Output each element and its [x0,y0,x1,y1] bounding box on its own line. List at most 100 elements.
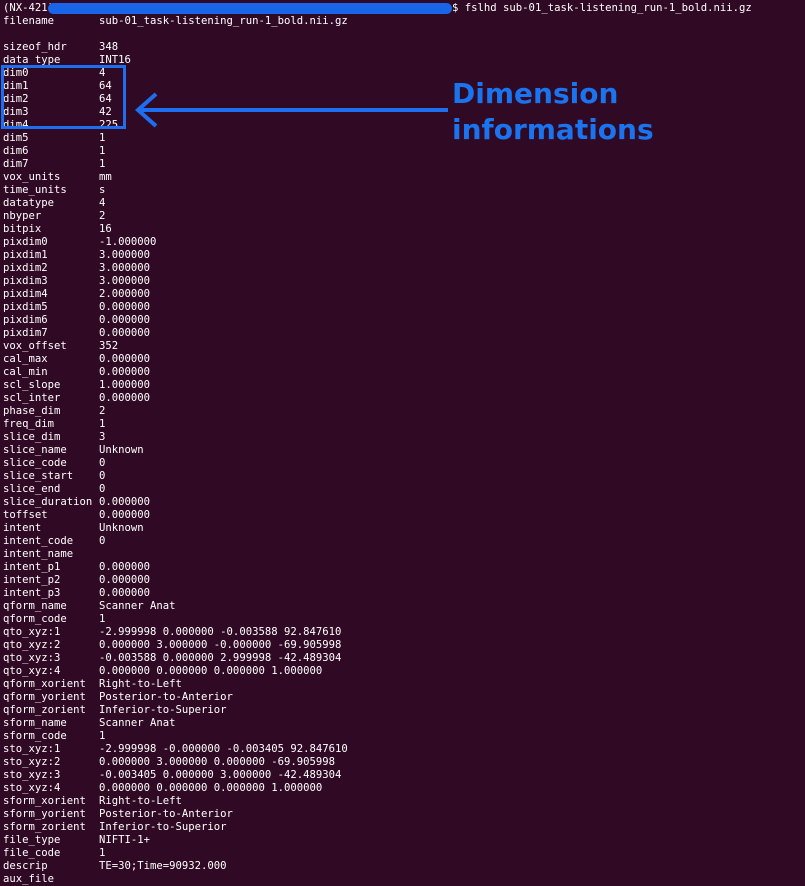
field-key: cal_min [3,366,48,378]
field-value: Inferior-to-Superior [99,704,227,716]
field-key: slice_code [3,457,67,469]
field-key: datatype [3,197,55,209]
terminal-window[interactable]: (NX-421) $ fslhd sub-01_task-listening_r… [0,0,805,885]
field-value: Unknown [99,522,144,534]
header-field-row: pixdim3 3.000000 [3,275,348,288]
field-key: scl_slope [3,379,61,391]
field-value: 0 [99,457,106,469]
field-key: scl_inter [3,392,61,404]
header-field-row: intent_p1 0.000000 [3,561,348,574]
field-value: 1 [99,145,106,157]
header-field-row: dim6 1 [3,145,348,158]
header-field-row: slice_name Unknown [3,444,348,457]
field-value: 0 [99,483,106,495]
field-value: 3.000000 [99,249,151,261]
header-field-row: pixdim6 0.000000 [3,314,348,327]
field-value: 0.000000 [99,353,151,365]
arrow-left-icon [134,92,448,128]
annotation-line-2: informations [452,113,654,146]
field-key: pixdim6 [3,314,48,326]
field-value: 16 [99,223,112,235]
field-key: intent [3,522,42,534]
field-key: qform_zorient [3,704,86,716]
field-value: NIFTI-1+ [99,834,151,846]
field-key: qto_xyz:1 [3,626,61,638]
header-field-row: file_type NIFTI-1+ [3,834,348,847]
field-value: Inferior-to-Superior [99,821,227,833]
field-key: intent_p1 [3,561,61,573]
header-field-row: freq_dim 1 [3,418,348,431]
field-key: phase_dim [3,405,61,417]
header-field-row: qto_xyz:4 0.000000 0.000000 0.000000 1.00… [3,665,348,678]
field-value: 3 [99,431,106,443]
field-key: sto_xyz:3 [3,769,61,781]
field-value: -2.999998 -0.000000 -0.003405 92.847610 [99,743,348,755]
header-field-row: sto_xyz:4 0.000000 0.000000 0.000000 1.00… [3,782,348,795]
field-value: 2 [99,405,106,417]
field-key: cal_max [3,353,48,365]
field-key: qform_code [3,613,67,625]
field-value: TE=30;Time=90932.000 [99,860,227,872]
field-key: intent_name [3,548,74,560]
field-key: dim6 [3,145,29,157]
field-key: slice_end [3,483,61,495]
field-value: sub-01_task-listening_run-1_bold.nii.gz [99,15,348,27]
field-value: -0.003588 0.000000 2.999998 -42.489304 [99,652,342,664]
header-field-row: scl_inter 0.000000 [3,392,348,405]
field-key: freq_dim [3,418,55,430]
field-key: qform_name [3,600,67,612]
field-value: 2 [99,210,106,222]
field-value: 0.000000 0.000000 0.000000 1.000000 [99,782,323,794]
field-key: qform_yorient [3,691,86,703]
field-key: sto_xyz:1 [3,743,61,755]
header-field-row: qform_name Scanner Anat [3,600,348,613]
field-key: qto_xyz:2 [3,639,61,651]
field-key: qto_xyz:4 [3,665,61,677]
header-field-row: pixdim5 0.000000 [3,301,348,314]
field-key: sto_xyz:2 [3,756,61,768]
field-key: qform_xorient [3,678,86,690]
field-value: -2.999998 0.000000 -0.003588 92.847610 [99,626,342,638]
header-field-row: vox_units mm [3,171,348,184]
field-key: dim5 [3,132,29,144]
field-value: -0.003405 0.000000 3.000000 -42.489304 [99,769,342,781]
header-field-row: pixdim4 2.000000 [3,288,348,301]
field-value: s [99,184,106,196]
field-key: pixdim4 [3,288,48,300]
field-key: sto_xyz:4 [3,782,61,794]
header-field-row: aux_file [3,873,348,886]
header-field-row: qto_xyz:2 0.000000 3.000000 -0.000000 -69… [3,639,348,652]
field-key: intent_p2 [3,574,61,586]
field-value: 0.000000 [99,366,151,378]
header-field-row: intent_name [3,548,348,561]
field-key: sizeof_hdr [3,41,67,53]
header-field-row: intent_p3 0.000000 [3,587,348,600]
header-field-row: scl_slope 1.000000 [3,379,348,392]
header-field-row: sto_xyz:3 -0.003405 0.000000 3.000000 -42… [3,769,348,782]
header-field-row: time_units s [3,184,348,197]
field-key: file_code [3,847,61,859]
field-key: intent_p3 [3,587,61,599]
field-key: slice_dim [3,431,61,443]
field-key: sform_xorient [3,795,86,807]
field-key: filename [3,15,55,27]
annotation-label: Dimension informations [452,76,654,148]
field-key: intent_code [3,535,74,547]
field-value: 1 [99,418,106,430]
field-key: pixdim5 [3,301,48,313]
field-value: Right-to-Left [99,795,182,807]
header-field-row: sform_code 1 [3,730,348,743]
field-value: 352 [99,340,119,352]
header-field-row: intent_code 0 [3,535,348,548]
field-value: 0.000000 [99,509,151,521]
field-key: bitpix [3,223,42,235]
header-field-row: slice_end 0 [3,483,348,496]
header-field-row: slice_duration 0.000000 [3,496,348,509]
header-field-row: sform_zorient Inferior-to-Superior [3,821,348,834]
field-value: 0.000000 [99,587,151,599]
header-field-row: sform_yorient Posterior-to-Anterior [3,808,348,821]
field-value: 3.000000 [99,262,151,274]
header-field-list: filename sub-01_task-listening_run-1_bold… [3,15,348,886]
header-field-row: pixdim1 3.000000 [3,249,348,262]
field-value: 0.000000 [99,392,151,404]
